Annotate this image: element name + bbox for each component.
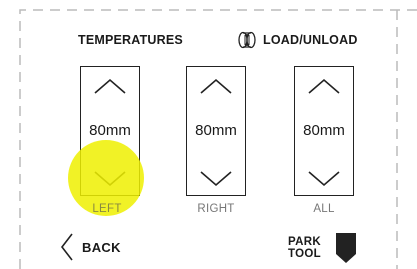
all-extrude-value: 80mm [303, 122, 345, 139]
chevron-down-icon[interactable] [198, 168, 234, 188]
chevron-left-icon [60, 233, 73, 261]
caption-right: RIGHT [197, 203, 235, 215]
tab-temperatures[interactable]: TEMPERATURES [78, 30, 183, 50]
filament-spool-icon [238, 31, 256, 49]
chevron-up-icon[interactable] [198, 76, 234, 96]
back-button[interactable]: BACK [60, 232, 121, 262]
chevron-up-icon[interactable] [92, 76, 128, 96]
park-label-line2: TOOL [288, 248, 321, 260]
tab-load-unload[interactable]: LOAD/UNLOAD [237, 30, 358, 50]
chevron-down-icon[interactable] [92, 168, 128, 188]
left-extrude-value: 80mm [89, 122, 131, 139]
right-extrude-value: 80mm [195, 122, 237, 139]
caption-all: ALL [313, 203, 335, 215]
park-tool-label: PARK TOOL [288, 236, 321, 260]
park-tool-button[interactable]: PARK TOOL [288, 232, 357, 264]
back-label: BACK [82, 239, 121, 255]
chevron-up-icon[interactable] [306, 76, 342, 96]
tab-temperatures-label: TEMPERATURES [78, 33, 183, 47]
bookmark-icon [335, 233, 356, 263]
right-extrude-panel[interactable]: 80mm [186, 66, 246, 196]
park-label-line1: PARK [288, 236, 321, 248]
all-extrude-panel[interactable]: 80mm [294, 66, 354, 196]
left-extrude-panel[interactable]: 80mm [80, 66, 140, 196]
chevron-down-icon[interactable] [306, 168, 342, 188]
caption-left: LEFT [92, 203, 122, 215]
tab-load-unload-label: LOAD/UNLOAD [263, 33, 358, 47]
